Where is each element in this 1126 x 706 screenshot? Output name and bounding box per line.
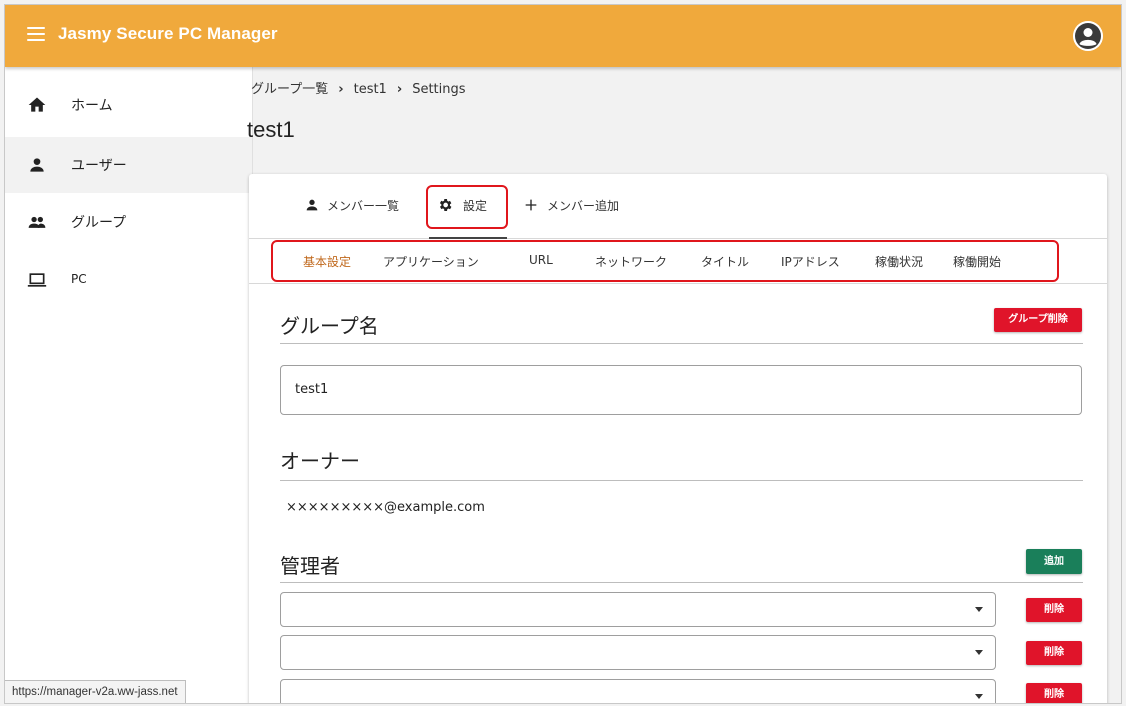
dropdown-arrow-icon bbox=[975, 650, 983, 655]
subtab-operation-start[interactable]: 稼働開始 bbox=[953, 253, 1001, 270]
dropdown-arrow-icon bbox=[975, 607, 983, 612]
page-title: test1 bbox=[247, 117, 295, 142]
group-name-heading: グループ名 bbox=[280, 314, 379, 338]
owner-email: ×××××××××@example.com bbox=[286, 500, 485, 515]
subtab-title[interactable]: タイトル bbox=[701, 253, 749, 270]
group-icon bbox=[28, 216, 46, 228]
delete-admin-button-3[interactable]: 削除 bbox=[1026, 683, 1082, 703]
tab-settings[interactable]: 設定 bbox=[429, 174, 507, 239]
tab-label: メンバー一覧 bbox=[327, 199, 400, 213]
account-avatar-icon[interactable] bbox=[1073, 21, 1103, 51]
delete-admin-button-2[interactable]: 削除 bbox=[1026, 641, 1082, 665]
divider bbox=[280, 343, 1083, 344]
sidebar-item-home[interactable]: ホーム bbox=[5, 77, 252, 133]
delete-group-button[interactable]: グループ削除 bbox=[994, 308, 1082, 332]
group-name-field[interactable]: test1 bbox=[280, 365, 1082, 415]
sidebar-item-label: PC bbox=[71, 272, 87, 286]
tab-add-member[interactable]: メンバー追加 bbox=[523, 174, 633, 238]
tab-label: 設定 bbox=[463, 199, 488, 213]
sidebar-item-label: ホーム bbox=[71, 98, 113, 114]
breadcrumb: グループ一覧 › test1 › Settings bbox=[251, 78, 466, 97]
subtab-ip-address[interactable]: IPアドレス bbox=[781, 253, 840, 270]
divider bbox=[280, 480, 1083, 481]
active-tab-indicator bbox=[285, 280, 355, 282]
admin-select-1[interactable] bbox=[280, 592, 996, 627]
subtab-url[interactable]: URL bbox=[529, 253, 553, 267]
sidebar-item-users[interactable]: ユーザー bbox=[5, 137, 252, 193]
person-icon bbox=[306, 199, 318, 211]
home-icon bbox=[28, 97, 46, 112]
top-tab-bar: メンバー一覧 設定 メンバー追加 bbox=[249, 174, 1107, 239]
admin-select-3[interactable] bbox=[280, 679, 996, 703]
tab-member-list[interactable]: メンバー一覧 bbox=[300, 174, 410, 238]
chevron-right-icon: › bbox=[396, 82, 403, 97]
group-name-value: test1 bbox=[295, 382, 329, 397]
settings-card: メンバー一覧 設定 メンバー追加 基本設定 アプリケーション URL ネットワー… bbox=[249, 174, 1107, 703]
sidebar-item-label: グループ bbox=[71, 215, 127, 231]
sub-tab-bar: 基本設定 アプリケーション URL ネットワーク タイトル IPアドレス 稼働状… bbox=[249, 239, 1107, 284]
divider bbox=[280, 582, 1083, 583]
person-icon bbox=[30, 158, 44, 172]
owner-heading: オーナー bbox=[280, 449, 360, 473]
breadcrumb-item-group-list[interactable]: グループ一覧 bbox=[251, 82, 328, 97]
sidebar-item-groups[interactable]: グループ bbox=[5, 194, 252, 250]
breadcrumb-item-current: Settings bbox=[412, 82, 466, 97]
subtab-applications[interactable]: アプリケーション bbox=[383, 253, 479, 270]
breadcrumb-item-group[interactable]: test1 bbox=[354, 82, 387, 97]
admins-heading: 管理者 bbox=[280, 554, 340, 578]
status-bar-url: https://manager-v2a.ww-jass.net bbox=[5, 680, 186, 703]
add-admin-button[interactable]: 追加 bbox=[1026, 549, 1082, 574]
menu-icon[interactable] bbox=[27, 27, 45, 43]
admin-select-2[interactable] bbox=[280, 635, 996, 670]
app-window: Jasmy Secure PC Manager ホーム ユーザー グループ PC bbox=[4, 4, 1122, 704]
gear-icon bbox=[439, 199, 452, 211]
dropdown-arrow-icon bbox=[975, 694, 983, 699]
subtab-operation-status[interactable]: 稼働状況 bbox=[875, 253, 923, 270]
sidebar-item-pc[interactable]: PC bbox=[5, 252, 252, 308]
plus-icon bbox=[525, 199, 537, 211]
subtab-basic-settings[interactable]: 基本設定 bbox=[303, 253, 351, 270]
sidebar-item-label: ユーザー bbox=[71, 158, 127, 174]
delete-admin-button-1[interactable]: 削除 bbox=[1026, 598, 1082, 622]
chevron-right-icon: › bbox=[338, 82, 344, 97]
app-title: Jasmy Secure PC Manager bbox=[58, 24, 278, 43]
tab-label: メンバー追加 bbox=[547, 199, 620, 213]
sidebar: ホーム ユーザー グループ PC bbox=[5, 67, 253, 703]
subtab-network[interactable]: ネットワーク bbox=[595, 253, 667, 270]
laptop-icon bbox=[27, 273, 47, 287]
app-bar: Jasmy Secure PC Manager bbox=[5, 5, 1121, 67]
